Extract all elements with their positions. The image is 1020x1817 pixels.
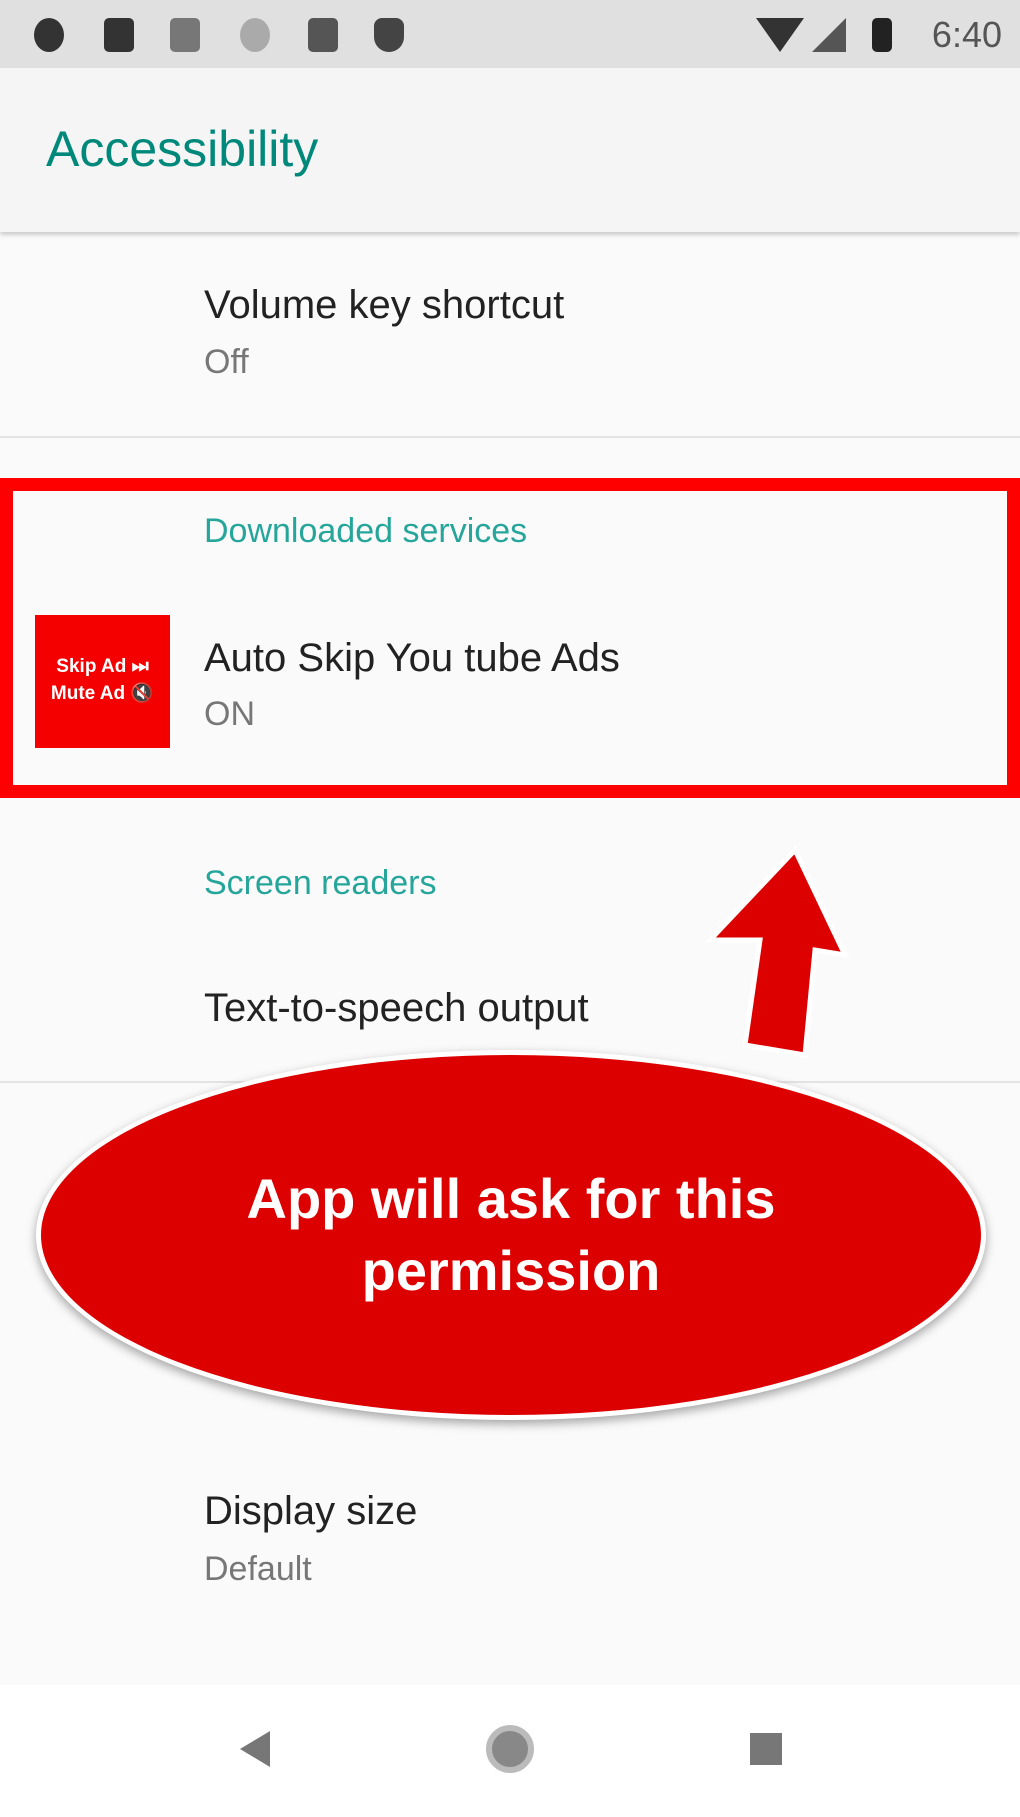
sd-card-icon (308, 18, 338, 52)
clock: 6:40 (931, 14, 1002, 55)
recents-icon[interactable] (750, 1733, 782, 1765)
page-title: Accessibility (46, 121, 319, 177)
item-summary: Default (204, 1550, 312, 1588)
item-title: Volume key shortcut (204, 283, 565, 327)
battery-icon (872, 18, 892, 52)
annotation-callout: App will ask for this permission (36, 1050, 986, 1420)
category-screen-readers: Screen readers (204, 864, 437, 902)
item-summary: Off (204, 343, 249, 381)
download-icon (104, 18, 134, 52)
shield-icon (374, 18, 404, 52)
item-title: Display size (204, 1489, 418, 1533)
arrow-up-icon (704, 845, 850, 1058)
annotation-text: App will ask for this permission (246, 1167, 776, 1302)
home-icon[interactable] (486, 1725, 534, 1773)
circle-icon (240, 18, 270, 52)
highlight-box (0, 478, 1020, 798)
item-title: Text-to-speech output (204, 986, 589, 1030)
wifi-icon (756, 18, 804, 52)
gmail-icon (170, 18, 200, 52)
divider (0, 436, 1020, 438)
signal-icon (812, 18, 846, 52)
app-bar: Accessibility (0, 68, 1020, 232)
navigation-bar (0, 1685, 1020, 1817)
status-bar: 6:40 (0, 0, 1020, 68)
back-icon[interactable] (240, 1731, 270, 1767)
gear-icon (34, 18, 64, 52)
